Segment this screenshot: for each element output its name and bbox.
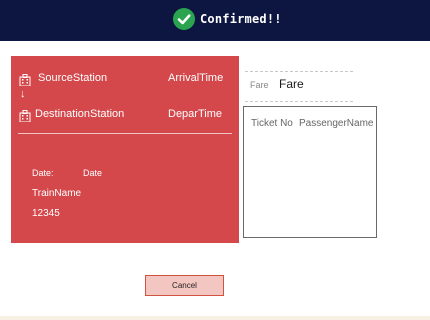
column-header-passenger-name: PassengerName: [299, 118, 374, 129]
card-divider: [18, 133, 232, 134]
source-station-icon: [19, 73, 31, 87]
direction-arrow: ↓: [20, 88, 26, 100]
train-number: 12345: [32, 208, 60, 219]
check-circle-icon: [173, 8, 195, 30]
train-name: TrainName: [32, 188, 82, 199]
fare-bottom-divider: [245, 101, 353, 102]
column-header-ticket-no: Ticket No: [251, 118, 293, 129]
cancel-button[interactable]: Cancel: [145, 275, 224, 296]
destination-station: DestinationStation: [35, 108, 125, 120]
bottom-edge-strip: [0, 316, 430, 320]
departure-time: DeparTime: [168, 108, 222, 120]
fare-label: Fare: [250, 80, 269, 90]
fare-value: Fare: [279, 77, 304, 91]
header-bar: Confirmed!!: [0, 0, 430, 41]
booking-confirmation-screen: Confirmed!! SourceStation ArrivalTime ↓: [0, 0, 430, 320]
date-label: Date:: [32, 168, 54, 178]
ticket-list-panel: Ticket No PassengerName: [243, 106, 377, 238]
journey-details-card: SourceStation ArrivalTime ↓ DestinationS…: [11, 56, 239, 243]
fare-top-divider: [245, 71, 353, 72]
confirmation-status-text: Confirmed!!: [200, 12, 282, 26]
source-station: SourceStation: [38, 72, 108, 84]
arrival-time: ArrivalTime: [168, 72, 224, 84]
destination-station-icon: [19, 109, 31, 123]
date-value: Date: [83, 168, 103, 178]
